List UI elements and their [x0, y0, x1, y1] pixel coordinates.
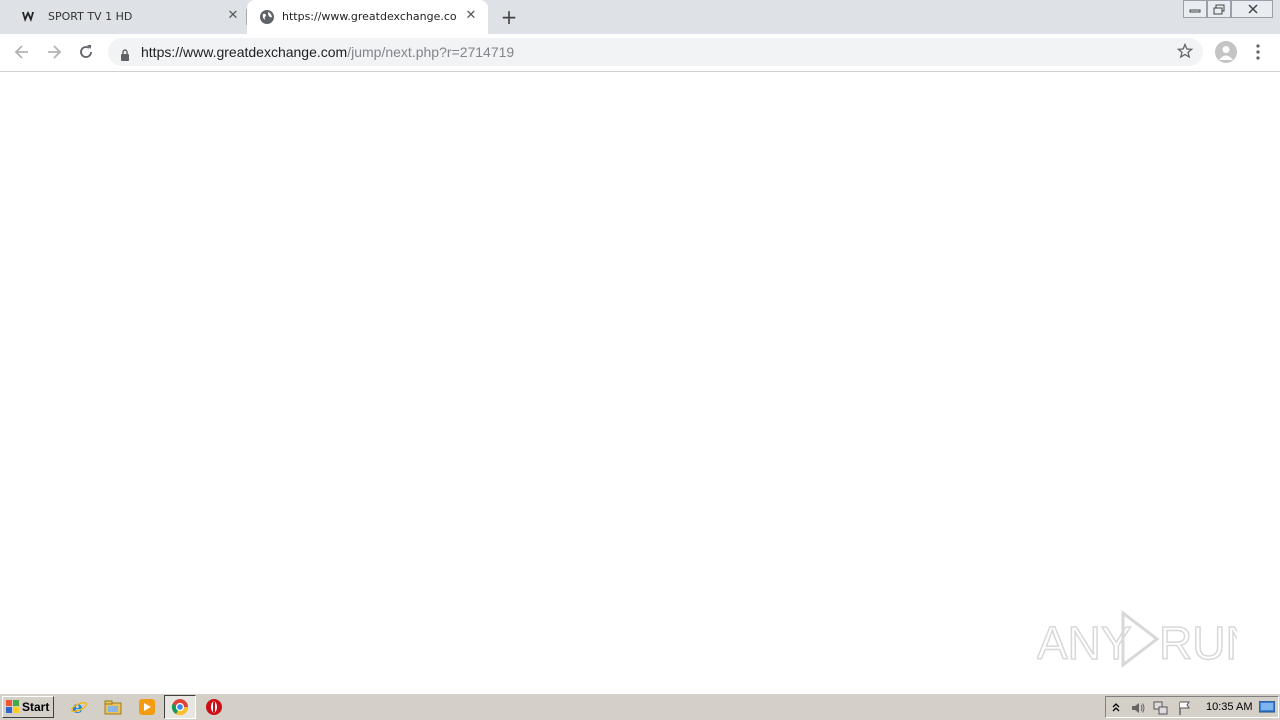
ie-icon[interactable]: e [70, 698, 88, 718]
mask-icon [20, 9, 36, 25]
arrow-left-icon [14, 45, 28, 59]
chrome-taskbar-button[interactable] [164, 695, 196, 719]
page-content [0, 72, 1280, 693]
globe-icon [259, 9, 275, 25]
chrome-icon [171, 699, 189, 716]
tab-strip: SPORT TV 1 HD ✕ https://www.greatdexchan… [0, 0, 1280, 34]
media-player-icon[interactable] [138, 698, 156, 716]
kebab-menu-icon[interactable] [1252, 43, 1264, 61]
svg-text:ANY: ANY [1037, 617, 1132, 669]
explorer-icon[interactable] [104, 698, 122, 716]
tab-title: SPORT TV 1 HD [48, 10, 133, 23]
url-host: https://www.greatdexchange.com [141, 44, 348, 60]
opera-icon[interactable] [205, 698, 223, 716]
reload-icon [80, 45, 92, 58]
chevron-up-icon[interactable] [1111, 700, 1121, 714]
show-desktop-icon[interactable] [1259, 701, 1275, 714]
arrow-right-icon [48, 45, 62, 59]
taskbar: Start e 10:35 AM [0, 693, 1280, 720]
speaker-icon[interactable] [1130, 700, 1146, 716]
tab-greatdexchange[interactable]: https://www.greatdexchange.com/j ✕ [247, 0, 488, 34]
window-close-button[interactable] [1231, 0, 1273, 18]
browser-toolbar: https://www.greatdexchange.com/jump/next… [0, 34, 1280, 72]
profile-avatar[interactable] [1215, 41, 1237, 63]
bookmark-star-icon[interactable] [1176, 42, 1194, 63]
system-tray: 10:35 AM [1105, 696, 1279, 718]
person-icon [1219, 46, 1233, 60]
close-icon [1248, 4, 1258, 14]
address-bar[interactable]: https://www.greatdexchange.com/jump/next… [108, 38, 1203, 66]
tab-title: https://www.greatdexchange.com/j [282, 10, 456, 23]
forward-button[interactable] [44, 42, 64, 62]
start-label: Start [22, 700, 50, 714]
restore-button[interactable] [1207, 0, 1231, 18]
new-tab-button[interactable]: + [499, 7, 519, 27]
close-icon[interactable]: ✕ [225, 8, 241, 24]
network-icon[interactable] [1153, 700, 1169, 716]
url-text[interactable]: https://www.greatdexchange.com/jump/next… [141, 44, 514, 60]
minimize-icon [1189, 9, 1201, 13]
close-icon[interactable]: ✕ [463, 8, 479, 24]
url-path: /jump/next.php?r=2714719 [347, 44, 515, 60]
reload-button[interactable] [76, 42, 96, 62]
anyrun-watermark: ANY RUN [1036, 607, 1259, 671]
windows-flag-icon [6, 700, 19, 713]
svg-text:RUN: RUN [1159, 617, 1237, 669]
lock-icon[interactable] [120, 46, 130, 65]
tab-sport-tv[interactable]: SPORT TV 1 HD ✕ [6, 0, 247, 34]
action-center-flag-icon[interactable] [1177, 700, 1193, 716]
minimize-button[interactable] [1183, 0, 1207, 18]
restore-icon [1213, 4, 1225, 15]
back-button[interactable] [12, 42, 32, 62]
taskbar-clock[interactable]: 10:35 AM [1206, 701, 1252, 713]
start-button[interactable]: Start [2, 696, 54, 718]
